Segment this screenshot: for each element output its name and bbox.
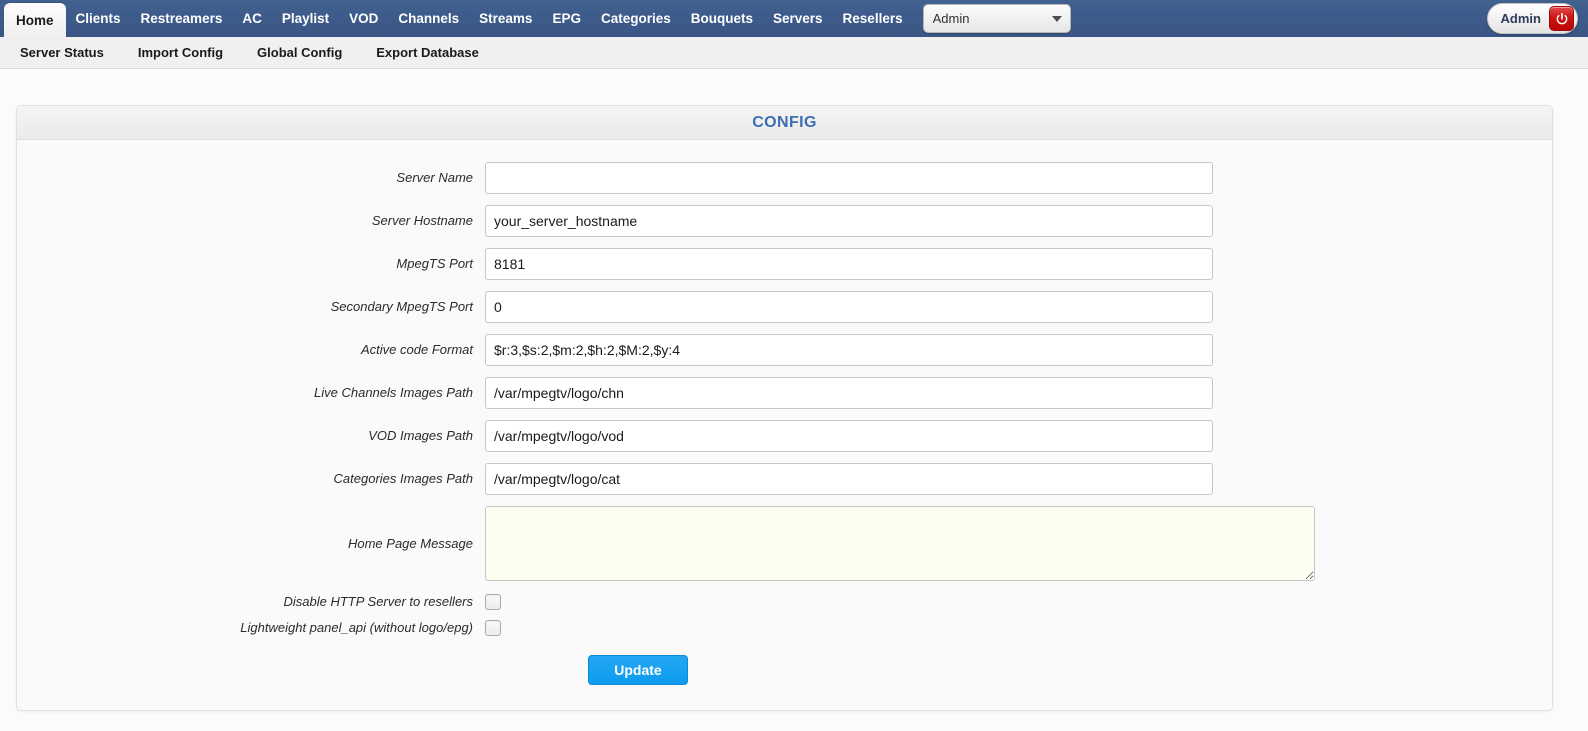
home-page-message-input[interactable] [485,506,1315,581]
form-row-live-channels-images-path: Live Channels Images Path [17,377,1552,409]
nav-item-vod[interactable]: VOD [339,5,388,33]
server-name-label: Server Name [396,170,473,185]
page-title: CONFIG [752,113,817,131]
server-hostname-input[interactable] [485,205,1213,237]
role-select-wrapper: Admin [922,4,1071,33]
config-panel-header: CONFIG [17,106,1552,140]
categories-images-path-label: Categories Images Path [333,471,473,486]
lightweight-panel-api-without-logo-epg--checkbox[interactable] [485,620,501,636]
nav-item-servers[interactable]: Servers [763,5,833,33]
active-code-format-input[interactable] [485,334,1213,366]
nav-item-epg[interactable]: EPG [542,5,591,33]
subnav-item-server-status[interactable]: Server Status [20,45,104,60]
nav-item-home[interactable]: Home [4,2,66,40]
vod-images-path-input[interactable] [485,420,1213,452]
categories-images-path-input[interactable] [485,463,1213,495]
disable-http-server-to-resellers-checkbox[interactable] [485,594,501,610]
config-panel: CONFIG Server Name Server Hostname MpegTS … [16,105,1553,711]
disable-http-server-to-resellers-label: Disable HTTP Server to resellers [283,594,473,609]
mpegts-port-label: MpegTS Port [396,256,473,271]
form-row-home-page-message: Home Page Message [17,506,1552,581]
form-row-server-hostname: Server Hostname [17,205,1552,237]
role-select[interactable]: Admin [922,4,1071,33]
form-actions-spacer [17,655,485,685]
live-channels-images-path-input[interactable] [485,377,1213,409]
subnav-item-global-config[interactable]: Global Config [257,45,342,60]
user-account-pill[interactable]: Admin [1486,3,1578,34]
nav-item-resellers[interactable]: Resellers [833,5,913,33]
vod-images-path-label: VOD Images Path [368,428,473,443]
mpegts-port-input[interactable] [485,248,1213,280]
form-row-disable-http-server-to-resellers: Disable HTTP Server to resellers [17,593,1552,611]
home-page-message-label: Home Page Message [347,535,473,551]
sub-navigation-bar: Server Status Import Config Global Config E… [0,37,1588,69]
power-icon[interactable] [1549,6,1574,31]
form-row-secondary-mpegts-port: Secondary MpegTS Port [17,291,1552,323]
top-navigation-bar: Home Clients Restreamers AC Playlist VOD Chann… [0,0,1588,40]
secondary-mpegts-port-input[interactable] [485,291,1213,323]
nav-item-categories[interactable]: Categories [591,5,681,33]
nav-item-bouquets[interactable]: Bouquets [681,5,763,33]
form-row-mpegts-port: MpegTS Port [17,248,1552,280]
nav-item-ac[interactable]: AC [232,5,272,33]
update-button[interactable]: Update [588,655,688,685]
nav-item-playlist[interactable]: Playlist [272,5,339,33]
subnav-item-import-config[interactable]: Import Config [138,45,223,60]
form-row-server-name: Server Name [17,162,1552,194]
subnav-item-export-database[interactable]: Export Database [376,45,479,60]
nav-item-streams[interactable]: Streams [469,5,542,33]
username-label: Admin [1500,11,1541,26]
form-row-active-code-format: Active code Format [17,334,1552,366]
form-row-categories-images-path: Categories Images Path [17,463,1552,495]
nav-item-channels[interactable]: Channels [388,5,469,33]
server-name-input[interactable] [485,162,1213,194]
nav-item-restreamers[interactable]: Restreamers [131,5,233,33]
form-actions: Update [17,655,1552,685]
form-row-lightweight-panel-api-without-logo-epg-: Lightweight panel_api (without logo/epg) [17,619,1552,637]
config-form: Server Name Server Hostname MpegTS Port Sec… [17,140,1552,685]
secondary-mpegts-port-label: Secondary MpegTS Port [330,299,473,314]
server-hostname-label: Server Hostname [371,213,473,228]
form-row-vod-images-path: VOD Images Path [17,420,1552,452]
lightweight-panel-api-without-logo-epg--label: Lightweight panel_api (without logo/epg) [240,620,473,635]
live-channels-images-path-label: Live Channels Images Path [314,385,473,400]
nav-item-clients[interactable]: Clients [66,5,131,33]
active-code-format-label: Active code Format [361,342,473,357]
